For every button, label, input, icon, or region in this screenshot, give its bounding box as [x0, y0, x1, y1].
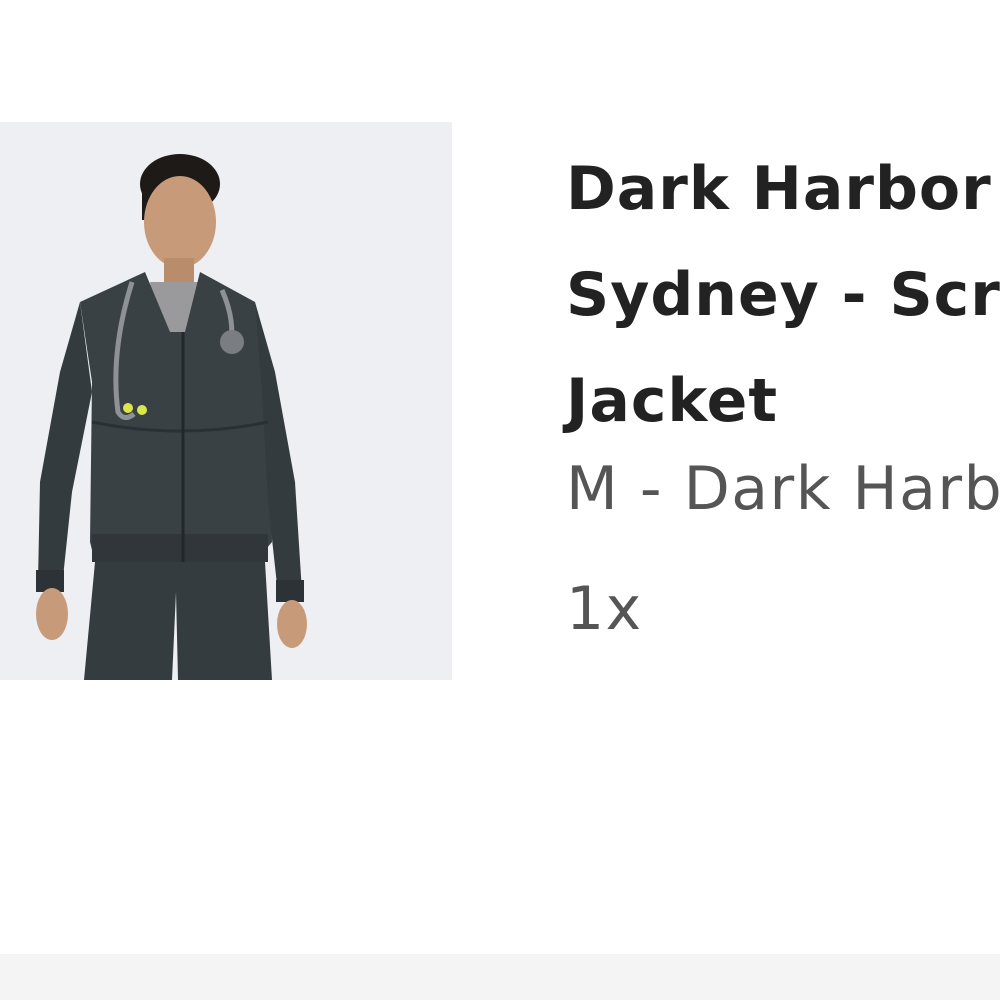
product-title-line-3: Jacket	[566, 366, 779, 436]
product-image[interactable]	[0, 122, 452, 680]
product-photo	[0, 122, 452, 680]
product-title-line-2: Sydney - Scrub	[566, 260, 1000, 330]
bottom-bar	[0, 954, 1000, 1000]
order-item-page: Dark Harbor Sydney - Scrub Jacket M - Da…	[0, 0, 1000, 1000]
product-variant: M - Dark Harbor	[566, 454, 1000, 524]
product-info: Dark Harbor Sydney - Scrub Jacket M - Da…	[566, 136, 1000, 644]
product-title[interactable]: Dark Harbor Sydney - Scrub Jacket	[566, 136, 1000, 454]
product-title-line-1: Dark Harbor	[566, 154, 992, 224]
product-quantity: 1x	[566, 574, 643, 644]
